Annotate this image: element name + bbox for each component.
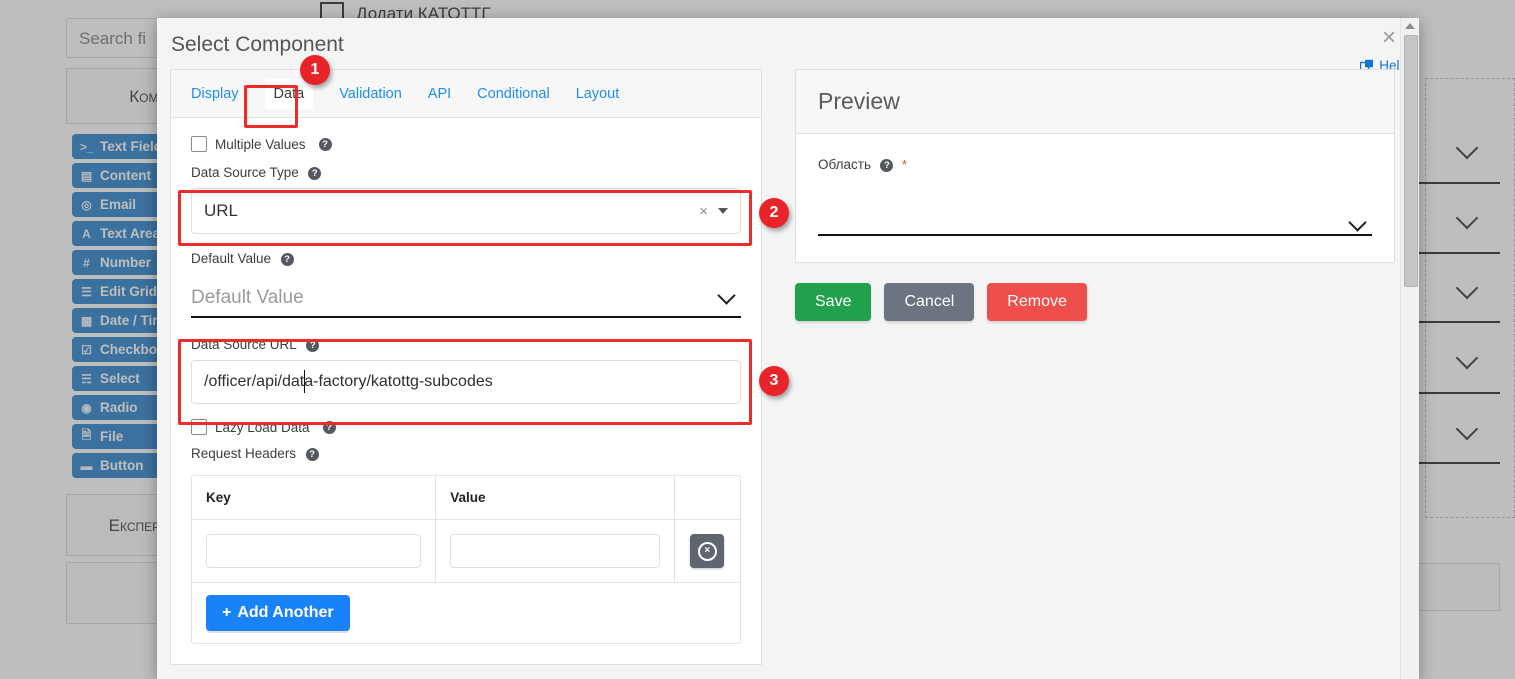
tab-validation[interactable]: Validation — [339, 86, 402, 102]
settings-tabs: Display Data Validation API Conditional … — [171, 70, 761, 118]
caret-down-icon[interactable] — [718, 208, 728, 214]
value-cell — [436, 520, 675, 582]
tab-conditional[interactable]: Conditional — [477, 86, 550, 102]
action-buttons: Save Cancel Remove — [795, 283, 1395, 321]
lazy-load-label: Lazy Load Data — [215, 419, 310, 435]
chevron-down-icon[interactable] — [1348, 213, 1367, 232]
add-another-button[interactable]: + Add Another — [206, 595, 350, 631]
action-cell: × — [675, 520, 740, 582]
table-footer: + Add Another — [192, 582, 740, 643]
lazy-load-row[interactable]: Lazy Load Data ? — [191, 419, 741, 435]
default-value-label: Default Value — [191, 251, 272, 266]
tab-display[interactable]: Display — [191, 86, 239, 102]
help-icon[interactable]: ? — [880, 159, 894, 172]
add-another-label: Add Another — [237, 604, 334, 621]
default-value-select[interactable]: Default Value — [191, 280, 741, 318]
preview-body: Область ? * — [796, 134, 1394, 262]
help-icon[interactable]: ? — [322, 420, 336, 434]
data-source-url-label: Data Source URL — [191, 337, 297, 352]
request-headers-table: Key Value × + Add Another — [191, 475, 741, 644]
header-key-input[interactable] — [206, 534, 422, 568]
data-source-type-group: Data Source Type ? URL × — [191, 164, 741, 234]
column-header-key: Key — [192, 476, 437, 519]
request-headers-label: Request Headers — [191, 446, 297, 461]
preview-panel: Preview Область ? * Save Cancel Remove — [795, 69, 1395, 321]
required-mark: * — [901, 157, 907, 172]
column-header-actions — [675, 476, 740, 519]
data-source-url-value: /officer/api/data-factory/katottg-subcod… — [204, 373, 493, 390]
table-header-row: Key Value — [192, 476, 740, 520]
tab-layout[interactable]: Layout — [576, 86, 620, 102]
remove-row-button[interactable]: × — [690, 534, 725, 568]
help-icon[interactable]: ? — [318, 137, 332, 151]
remove-circle-icon: × — [697, 541, 717, 561]
data-source-type-select[interactable]: URL × — [191, 188, 741, 234]
data-source-type-value: URL — [204, 201, 239, 220]
scrollbar-thumb[interactable] — [1404, 35, 1418, 287]
help-icon[interactable]: ? — [308, 167, 322, 180]
data-tab-content: Multiple Values ? Data Source Type ? URL… — [171, 118, 761, 664]
table-row: × — [192, 520, 740, 582]
modal-title: Select Component — [171, 33, 344, 56]
settings-panel: Display Data Validation API Conditional … — [170, 69, 762, 665]
clear-icon[interactable]: × — [699, 203, 708, 220]
default-value-group: Default Value ? Default Value — [191, 250, 741, 318]
chevron-down-icon[interactable] — [717, 286, 736, 305]
tab-api[interactable]: API — [428, 86, 451, 102]
data-source-type-label: Data Source Type — [191, 165, 299, 180]
annotation-badge-1: 1 — [300, 55, 330, 85]
help-icon[interactable]: ? — [280, 253, 294, 266]
lazy-load-checkbox[interactable] — [191, 419, 207, 435]
close-icon[interactable]: × — [1382, 26, 1396, 50]
default-value-placeholder: Default Value — [191, 287, 304, 308]
select-component-modal: Select Component × Help Display Data Val… — [157, 18, 1419, 679]
multiple-values-row[interactable]: Multiple Values ? — [191, 136, 741, 152]
plus-icon: + — [222, 604, 232, 621]
tab-data[interactable]: Data — [264, 78, 314, 109]
cancel-button[interactable]: Cancel — [884, 283, 975, 321]
preview-select[interactable] — [818, 196, 1372, 236]
save-button[interactable]: Save — [795, 283, 872, 321]
preview-title: Preview — [796, 70, 1394, 134]
multiple-values-checkbox[interactable] — [191, 136, 207, 152]
key-cell — [192, 520, 437, 582]
help-icon[interactable]: ? — [306, 339, 320, 352]
header-value-input[interactable] — [450, 534, 660, 568]
modal-scrollbar[interactable] — [1400, 18, 1419, 679]
preview-card: Preview Область ? * — [795, 69, 1395, 263]
multiple-values-label: Multiple Values — [215, 136, 306, 152]
text-cursor — [304, 370, 305, 393]
remove-button[interactable]: Remove — [987, 283, 1087, 321]
scroll-up-icon[interactable] — [1405, 23, 1415, 29]
column-header-value: Value — [436, 476, 675, 519]
data-source-url-group: Data Source URL ? /officer/api/data-fact… — [191, 336, 741, 404]
annotation-badge-2: 2 — [759, 198, 789, 228]
help-icon[interactable]: ? — [305, 448, 319, 461]
request-headers-group: Request Headers ? Key Value × + Add Anot… — [191, 445, 741, 644]
data-source-url-input[interactable]: /officer/api/data-factory/katottg-subcod… — [191, 360, 741, 404]
preview-field-label: Область — [818, 157, 871, 172]
annotation-badge-3: 3 — [759, 366, 789, 396]
